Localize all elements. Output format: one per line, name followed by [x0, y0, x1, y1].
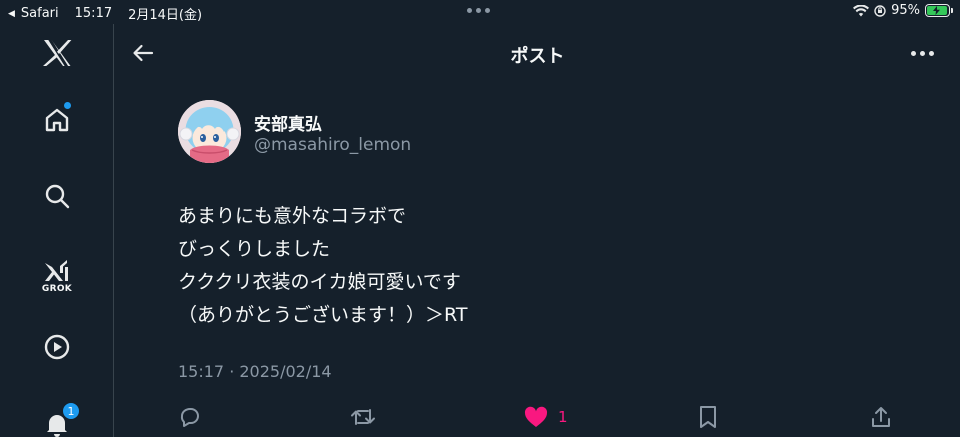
bookmark-button[interactable] [698, 404, 718, 430]
sidebar-item-home[interactable] [0, 100, 114, 140]
author-handle[interactable]: @masahiro_lemon [254, 135, 411, 155]
sidebar-item-x-logo[interactable] [0, 33, 114, 73]
share-button[interactable] [870, 404, 892, 430]
reply-button[interactable] [178, 404, 202, 430]
post-text-line: クククリ衣装のイカ娘可愛いです [178, 271, 461, 293]
notifications-badge: 1 [62, 402, 80, 420]
grok-icon [45, 259, 68, 281]
like-button[interactable]: 1 [524, 404, 568, 430]
multitasking-dots-icon[interactable] [467, 8, 490, 13]
home-icon [45, 108, 69, 132]
grok-label: GROK [41, 283, 73, 294]
reply-icon [180, 408, 199, 427]
status-left: ◀ Safari 15:17 2月14日(金) [8, 4, 202, 23]
orientation-lock-icon [874, 4, 886, 17]
post-text-line: あまりにも意外なコラボで [178, 205, 407, 227]
more-icon[interactable] [911, 51, 934, 56]
repost-button[interactable] [350, 404, 376, 430]
post-text-line: （ありがとうございます！）＞RT [178, 304, 468, 326]
sidebar-nav: GROK 1 [0, 24, 114, 437]
like-count: 1 [558, 408, 568, 426]
sidebar-item-notifications[interactable]: 1 [0, 402, 114, 437]
page-title: ポスト [510, 46, 565, 67]
avatar[interactable] [178, 100, 241, 163]
post-header: ポスト [115, 24, 960, 82]
sidebar-item-video[interactable] [0, 327, 114, 367]
post-timestamp[interactable]: 15:17 · 2025/02/14 [178, 362, 332, 381]
post-text: あまりにも意外なコラボで びっくりしました クククリ衣装のイカ娘可愛いです （あ… [178, 200, 878, 332]
sidebar-item-search[interactable] [0, 176, 114, 216]
repost-icon [351, 409, 375, 425]
bookmark-icon [700, 406, 716, 428]
author-name[interactable]: 安部真弘 [254, 110, 322, 135]
sidebar-item-grok[interactable]: GROK [0, 252, 114, 300]
status-bar: ◀ Safari 15:17 2月14日(金) 95% [0, 0, 960, 24]
video-icon [44, 334, 70, 360]
post-text-line: びっくりしました [178, 238, 331, 260]
battery-icon [925, 4, 953, 17]
status-time: 15:17 [74, 6, 113, 21]
search-icon [45, 184, 70, 209]
wifi-icon [853, 4, 870, 16]
share-icon [872, 407, 890, 427]
back-to-app-icon[interactable]: ◀ [8, 9, 15, 19]
battery-percent: 95% [891, 3, 920, 18]
heart-icon [524, 406, 548, 427]
back-app-label[interactable]: Safari [21, 6, 59, 21]
home-unread-dot [64, 102, 71, 109]
x-logo-icon [43, 40, 72, 66]
status-right: 95% [853, 3, 953, 18]
status-date: 2月14日(金) [128, 8, 203, 23]
